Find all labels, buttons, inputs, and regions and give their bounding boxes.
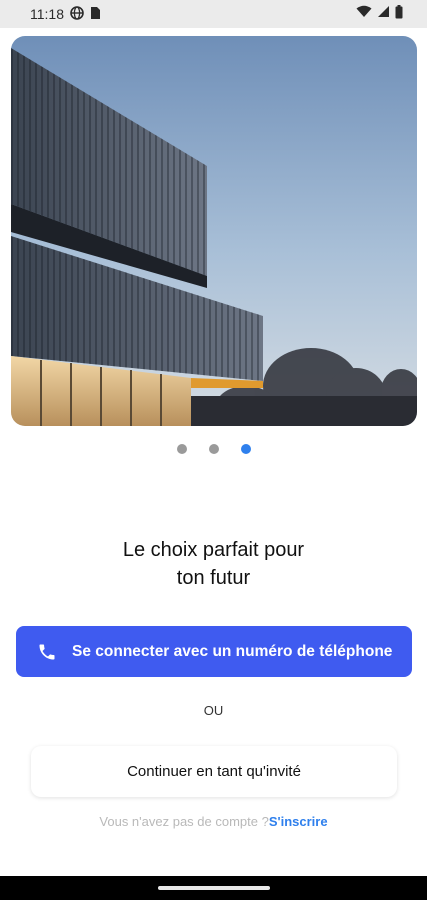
signup-question: Vous n'avez pas de compte ? [99, 814, 269, 829]
signal-icon [377, 5, 390, 23]
sim-card-icon [90, 6, 101, 23]
status-right [356, 4, 403, 24]
pager-dot[interactable] [176, 444, 187, 454]
phone-icon [36, 641, 58, 663]
home-handle[interactable] [157, 886, 270, 890]
building-illustration [11, 36, 417, 426]
phone-login-label: Se connecter avec un numéro de téléphone [72, 642, 393, 660]
continue-as-guest-button[interactable]: Continuer en tant qu'invité [31, 746, 397, 797]
headline-line-1: Le choix parfait pour [122, 539, 305, 561]
wifi-icon [356, 5, 372, 23]
status-bar: 11:18 [0, 0, 427, 28]
vpn-icon [70, 5, 84, 23]
signup-row: Vous n'avez pas de compte ?S'inscrire [0, 814, 427, 829]
pager-dot[interactable] [208, 444, 219, 454]
signup-link[interactable]: S'inscrire [269, 814, 328, 829]
headline-line-2: ton futur [176, 567, 251, 589]
navigation-bar [0, 876, 427, 900]
pager-dot-active[interactable] [240, 444, 251, 454]
status-time: 11:18 [30, 6, 64, 22]
hero-image [11, 36, 417, 426]
separator-text: OU [203, 703, 224, 718]
status-left: 11:18 [30, 5, 101, 23]
battery-icon [395, 4, 403, 24]
headline: Le choix parfait pour ton futur [60, 536, 367, 592]
carousel-pager [0, 444, 427, 454]
phone-login-button[interactable]: Se connecter avec un numéro de téléphone [16, 626, 412, 677]
